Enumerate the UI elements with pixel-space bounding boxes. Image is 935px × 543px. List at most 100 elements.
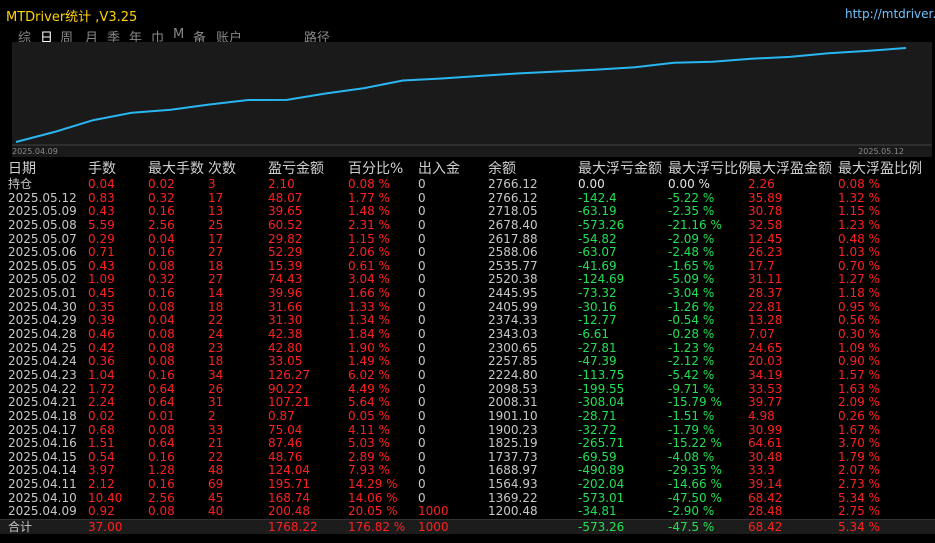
cell-count: 31 bbox=[208, 395, 224, 410]
cell-io: 0 bbox=[418, 272, 426, 287]
table-row: 2025.05.07 0.29 0.04 17 29.82 1.15 % 0 2617.88 -… bbox=[0, 231, 935, 247]
cell-count: 14 bbox=[208, 286, 224, 301]
cell-ddpct: -1.65 % bbox=[668, 258, 715, 273]
cell-fppct: 1.63 % bbox=[838, 381, 880, 396]
cell-fpamt: 35.89 bbox=[748, 190, 783, 205]
cell-date: 2025.05.01 bbox=[8, 286, 77, 301]
cell-bal: 2405.99 bbox=[488, 299, 538, 314]
cell-date: 2025.04.21 bbox=[8, 395, 77, 410]
cell-bal: 2343.03 bbox=[488, 327, 538, 342]
cell-pct: 2.31 % bbox=[348, 217, 390, 232]
cell-maxlot: 0.64 bbox=[148, 436, 175, 451]
cell-lots: 0.02 bbox=[88, 408, 115, 423]
cell-lots: 0.92 bbox=[88, 504, 115, 519]
table-row: 2025.04.30 0.35 0.08 18 31.66 1.33 % 0 2405.99 -… bbox=[0, 299, 935, 315]
table-row: 2025.04.24 0.36 0.08 18 33.05 1.49 % 0 2257.85 -… bbox=[0, 355, 935, 369]
cell-ddpct: -5.42 % bbox=[668, 367, 715, 382]
cell-fppct: 3.70 % bbox=[838, 436, 880, 451]
cell-maxlot: 0.32 bbox=[148, 190, 175, 205]
cell-date: 2025.04.17 bbox=[8, 422, 77, 437]
cell-count: 次数 bbox=[208, 161, 236, 177]
stats-table: 日期 手数 最大手数 次数 盈亏金额 百分比% 出入金 余额 最大浮亏金额 最大浮亏比例 最大浮盈金… bbox=[0, 160, 935, 535]
cell-pnl: 90.22 bbox=[268, 381, 303, 396]
cell-io: 0 bbox=[418, 217, 426, 232]
chart-x-start-label: 2025.04.09 bbox=[12, 147, 58, 156]
cell-fppct: 0.26 % bbox=[838, 408, 880, 423]
cell-fppct: 0.56 % bbox=[838, 313, 880, 328]
cell-fppct: 1.23 % bbox=[838, 217, 880, 232]
cell-fppct: 0.48 % bbox=[838, 231, 880, 246]
cell-lots: 0.04 bbox=[88, 177, 115, 191]
cell-maxlot: 0.08 bbox=[148, 340, 175, 355]
cell-date: 2025.04.25 bbox=[8, 340, 77, 355]
cell-count: 2 bbox=[208, 408, 216, 423]
cell-fppct: 1.09 % bbox=[838, 340, 880, 355]
cell-maxlot: 最大手数 bbox=[148, 161, 204, 177]
cell-ddpct: -47.50 % bbox=[668, 490, 722, 505]
cell-ddamt: -6.61 bbox=[578, 327, 610, 342]
cell-ddamt: -69.59 bbox=[578, 449, 617, 464]
cell-ddpct: -1.23 % bbox=[668, 340, 715, 355]
cell-fppct: 0.08 % bbox=[838, 177, 880, 191]
cell-ddamt: -54.82 bbox=[578, 231, 617, 246]
holding-row: 持仓 0.04 0.02 3 2.10 0.08 % 0 2766.12 0.00 0.00 % 2… bbox=[0, 177, 935, 192]
cell-fppct: 5.34 % bbox=[838, 490, 880, 505]
cell-maxlot: 0.16 bbox=[148, 286, 175, 301]
table-row: 2025.04.14 3.97 1.28 48 124.04 7.93 % 0 1688.97… bbox=[0, 464, 935, 478]
cell-maxlot: 0.04 bbox=[148, 231, 175, 246]
table-row: 2025.05.08 5.59 2.56 25 60.52 2.31 % 0 2678.40 -… bbox=[0, 217, 935, 233]
table-row: 2025.04.23 1.04 0.16 34 126.27 6.02 % 0 2224.80… bbox=[0, 367, 935, 383]
app-title: MTDriver统计 ,V3.25 bbox=[6, 10, 138, 25]
cell-date: 2025.04.22 bbox=[8, 381, 77, 396]
cell-fppct: 1.67 % bbox=[838, 422, 880, 437]
cell-pnl: 52.29 bbox=[268, 245, 303, 260]
cell-maxlot: 0.08 bbox=[148, 299, 175, 314]
cell-bal: 2588.06 bbox=[488, 245, 538, 260]
cell-ddpct: -2.35 % bbox=[668, 204, 715, 219]
website-link[interactable]: http://mtdriver.c bbox=[845, 7, 935, 21]
table-row: 2025.04.17 0.68 0.08 33 75.04 4.11 % 0 1900.23 -… bbox=[0, 422, 935, 438]
cell-ddamt: -63.07 bbox=[578, 245, 617, 260]
total-row: 合计 37.00 1768.22 176.82 % 1000 -573.26 -47.5 %… bbox=[0, 519, 935, 535]
cell-count: 17 bbox=[208, 190, 224, 205]
cell-fpamt: 64.61 bbox=[748, 436, 783, 451]
cell-pct: 1.34 % bbox=[348, 313, 390, 328]
cell-bal: 1369.22 bbox=[488, 490, 538, 505]
cell-ddpct: -1.26 % bbox=[668, 299, 715, 314]
cell-bal: 1737.73 bbox=[488, 449, 538, 464]
cell-fpamt: 68.42 bbox=[748, 520, 783, 535]
cell-ddamt: -265.71 bbox=[578, 436, 625, 451]
cell-pct: 2.06 % bbox=[348, 245, 390, 260]
cell-io: 0 bbox=[418, 231, 426, 246]
cell-ddamt: -124.69 bbox=[578, 272, 625, 287]
cell-date: 2025.04.14 bbox=[8, 463, 77, 478]
cell-date: 2025.05.12 bbox=[8, 190, 77, 205]
balance-chart: 2025.04.09 2025.05.12 bbox=[12, 42, 932, 157]
cell-pct: 7.93 % bbox=[348, 463, 390, 478]
cell-count: 48 bbox=[208, 463, 224, 478]
cell-fpamt: 12.45 bbox=[748, 231, 783, 246]
cell-ddamt: -47.39 bbox=[578, 354, 617, 369]
cell-io: 0 bbox=[418, 395, 426, 410]
cell-fppct: 2.75 % bbox=[838, 504, 880, 519]
cell-date: 日期 bbox=[8, 161, 36, 177]
cell-maxlot: 0.08 bbox=[148, 354, 175, 369]
cell-pnl: 124.04 bbox=[268, 463, 310, 478]
cell-date: 2025.05.09 bbox=[8, 204, 77, 219]
cell-pnl: 2.10 bbox=[268, 177, 295, 191]
cell-ddamt: 最大浮亏金额 bbox=[578, 161, 662, 177]
cell-pnl: 74.43 bbox=[268, 272, 303, 287]
cell-fpamt: 7.07 bbox=[748, 327, 775, 342]
cell-ddamt: -308.04 bbox=[578, 395, 625, 410]
cell-date: 2025.04.24 bbox=[8, 354, 77, 369]
cell-count: 34 bbox=[208, 367, 224, 382]
cell-maxlot: 0.16 bbox=[148, 477, 175, 492]
cell-ddpct: -21.16 % bbox=[668, 217, 722, 232]
cell-count: 18 bbox=[208, 299, 224, 314]
table-row: 2025.04.21 2.24 0.64 31 107.21 5.64 % 0 2008.31… bbox=[0, 396, 935, 410]
cell-fppct: 最大浮盈比例 bbox=[838, 161, 922, 177]
tab-7[interactable]: M bbox=[173, 27, 184, 42]
cell-ddamt: -73.32 bbox=[578, 286, 617, 301]
cell-date: 2025.05.06 bbox=[8, 245, 77, 260]
cell-io: 出入金 bbox=[418, 161, 460, 177]
